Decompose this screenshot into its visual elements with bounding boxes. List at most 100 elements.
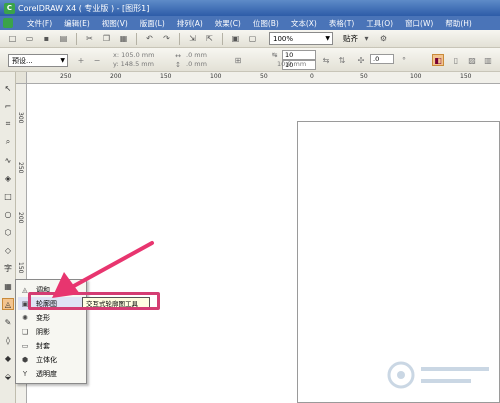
watermark-graphic: [387, 361, 489, 389]
toolbox: ↖ ⌐ ⌗ ⌕ ∿ ◈ □ ○ ⬡ ◇ 字 ▦ ◬ ✎ ◊ ◆ ⬙: [0, 72, 16, 403]
crop-tool-icon[interactable]: ⌗: [2, 118, 14, 130]
separator: [179, 32, 180, 45]
zoom-tool-icon[interactable]: ⌕: [2, 136, 14, 148]
distort-icon: ✺: [22, 313, 28, 322]
flyout-item-label: 透明度: [36, 369, 57, 378]
ruler-label: 200: [110, 73, 122, 80]
flyout-item-label: 封套: [36, 341, 50, 350]
page-icon[interactable]: ▯: [450, 54, 462, 66]
ruler-label: 200: [17, 212, 24, 224]
remove-preset-icon[interactable]: −: [91, 54, 103, 66]
flyout-item-drop-shadow[interactable]: ❑ 阴影: [18, 325, 86, 338]
flyout-item-label: 变形: [36, 313, 50, 322]
zoom-level-value: 100%: [273, 34, 294, 43]
ruler-label: 150: [460, 73, 472, 80]
welcome-screen-icon[interactable]: ▢: [246, 32, 259, 45]
smart-fill-tool-icon[interactable]: ◈: [2, 172, 14, 184]
ruler-label: 100: [210, 73, 222, 80]
open-icon[interactable]: ▭: [23, 32, 36, 45]
freehand-tool-icon[interactable]: ∿: [2, 154, 14, 166]
menu-layout[interactable]: 版面(L): [134, 18, 171, 29]
paste-icon[interactable]: ▦: [117, 32, 130, 45]
treat-as-filled-icon[interactable]: ▨: [466, 54, 478, 66]
height-field[interactable]: .0 mm: [186, 60, 207, 68]
extrude-icon: ⬢: [21, 355, 29, 364]
import-icon[interactable]: ⇲: [186, 32, 199, 45]
x-position-field[interactable]: x: 105.0 mm: [113, 51, 154, 59]
redo-icon[interactable]: ↷: [160, 32, 173, 45]
text-tool-icon[interactable]: 字: [2, 262, 14, 274]
snap-to-dropdown[interactable]: 贴齐: [343, 33, 358, 44]
menu-edit[interactable]: 编辑(E): [58, 18, 96, 29]
mirror-horizontal-icon[interactable]: ⇆: [320, 54, 332, 66]
interactive-fill-tool-icon[interactable]: ⬙: [2, 370, 14, 382]
menu-text[interactable]: 文本(X): [285, 18, 323, 29]
drop-shadow-icon: ❑: [21, 327, 29, 336]
horizontal-ruler[interactable]: 250 200 150 100 50 0 50 100 150: [27, 72, 500, 84]
standard-toolbar: □ ▭ ▪ ▤ ✂ ❐ ▦ ↶ ↷ ⇲ ⇱ ▣ ▢ 100% ▼ 贴齐 ▾ ⚙: [0, 30, 500, 48]
export-icon[interactable]: ⇱: [203, 32, 216, 45]
zoom-level-select[interactable]: 100% ▼: [269, 32, 333, 45]
menu-bitmaps[interactable]: 位图(B): [247, 18, 285, 29]
flyout-item-envelope[interactable]: ▭ 封套: [18, 339, 86, 352]
height-icon: ↕: [175, 61, 181, 69]
document-icon[interactable]: [3, 18, 13, 28]
menu-file[interactable]: 文件(F): [21, 18, 58, 29]
ruler-label: 0: [310, 73, 314, 80]
print-icon[interactable]: ▤: [57, 32, 70, 45]
units-icon[interactable]: ▥: [482, 54, 494, 66]
shape-tool-icon[interactable]: ⌐: [2, 100, 14, 112]
flyout-item-transparency[interactable]: Y 透明度: [18, 367, 86, 380]
outline-tool-icon[interactable]: ◊: [2, 334, 14, 346]
preset-select[interactable]: 预设... ▼: [8, 54, 68, 67]
interactive-blend-tool-icon[interactable]: ◬: [2, 298, 14, 310]
add-preset-icon[interactable]: +: [75, 54, 87, 66]
fill-tool-icon[interactable]: ◆: [2, 352, 14, 364]
scale-width-field[interactable]: 10: [282, 50, 316, 60]
ruler-label: 250: [60, 73, 72, 80]
eyedropper-tool-icon[interactable]: ✎: [2, 316, 14, 328]
ellipse-tool-icon[interactable]: ○: [2, 208, 14, 220]
copy-icon[interactable]: ❐: [100, 32, 113, 45]
rectangle-tool-icon[interactable]: □: [2, 190, 14, 202]
flyout-item-label: 阴影: [36, 327, 50, 336]
chevron-down-icon: ▼: [325, 35, 330, 42]
polygon-tool-icon[interactable]: ⬡: [2, 226, 14, 238]
ruler-origin[interactable]: [16, 72, 27, 84]
menu-help[interactable]: 帮助(H): [439, 18, 478, 29]
ruler-label: 300: [17, 112, 24, 124]
basic-shapes-tool-icon[interactable]: ◇: [2, 244, 14, 256]
menu-arrange[interactable]: 排列(A): [171, 18, 209, 29]
menu-view[interactable]: 视图(V): [96, 18, 134, 29]
menu-window[interactable]: 窗口(W): [399, 18, 439, 29]
cut-icon[interactable]: ✂: [83, 32, 96, 45]
selection-mode-icon[interactable]: ◧: [432, 54, 444, 66]
coreldraw-app-icon: C: [4, 2, 15, 14]
ruler-label: 150: [160, 73, 172, 80]
duplicate-y-field[interactable]: 10.0 mm: [277, 60, 306, 68]
menu-effects[interactable]: 效果(C): [209, 18, 247, 29]
chevron-down-icon[interactable]: ▾: [360, 32, 373, 45]
menu-tools[interactable]: 工具(O): [360, 18, 399, 29]
undo-icon[interactable]: ↶: [143, 32, 156, 45]
flyout-item-distort[interactable]: ✺ 变形: [18, 311, 86, 324]
preset-value: 预设...: [12, 56, 33, 65]
menu-table[interactable]: 表格(T): [323, 18, 360, 29]
options-icon[interactable]: ⚙: [377, 32, 390, 45]
menu-bar: 文件(F) 编辑(E) 视图(V) 版面(L) 排列(A) 效果(C) 位图(B…: [0, 16, 500, 30]
flyout-item-extrude[interactable]: ⬢ 立体化: [18, 353, 86, 366]
save-icon[interactable]: ▪: [40, 32, 53, 45]
table-tool-icon[interactable]: ▦: [2, 280, 14, 292]
watermark-logo: [385, 355, 495, 395]
y-position-field[interactable]: y: 148.5 mm: [113, 60, 154, 68]
new-icon[interactable]: □: [6, 32, 19, 45]
mirror-vertical-icon[interactable]: ⇅: [336, 54, 348, 66]
rotation-icon: ✣: [357, 55, 365, 65]
rotation-angle-field[interactable]: .0: [370, 54, 394, 64]
pick-tool-icon[interactable]: ↖: [2, 82, 14, 94]
width-field[interactable]: .0 mm: [186, 51, 207, 59]
rotation-unit-icon: °: [402, 55, 406, 65]
application-launcher-icon[interactable]: ▣: [229, 32, 242, 45]
lock-ratio-icon[interactable]: ⊞: [232, 54, 244, 66]
separator: [222, 32, 223, 45]
